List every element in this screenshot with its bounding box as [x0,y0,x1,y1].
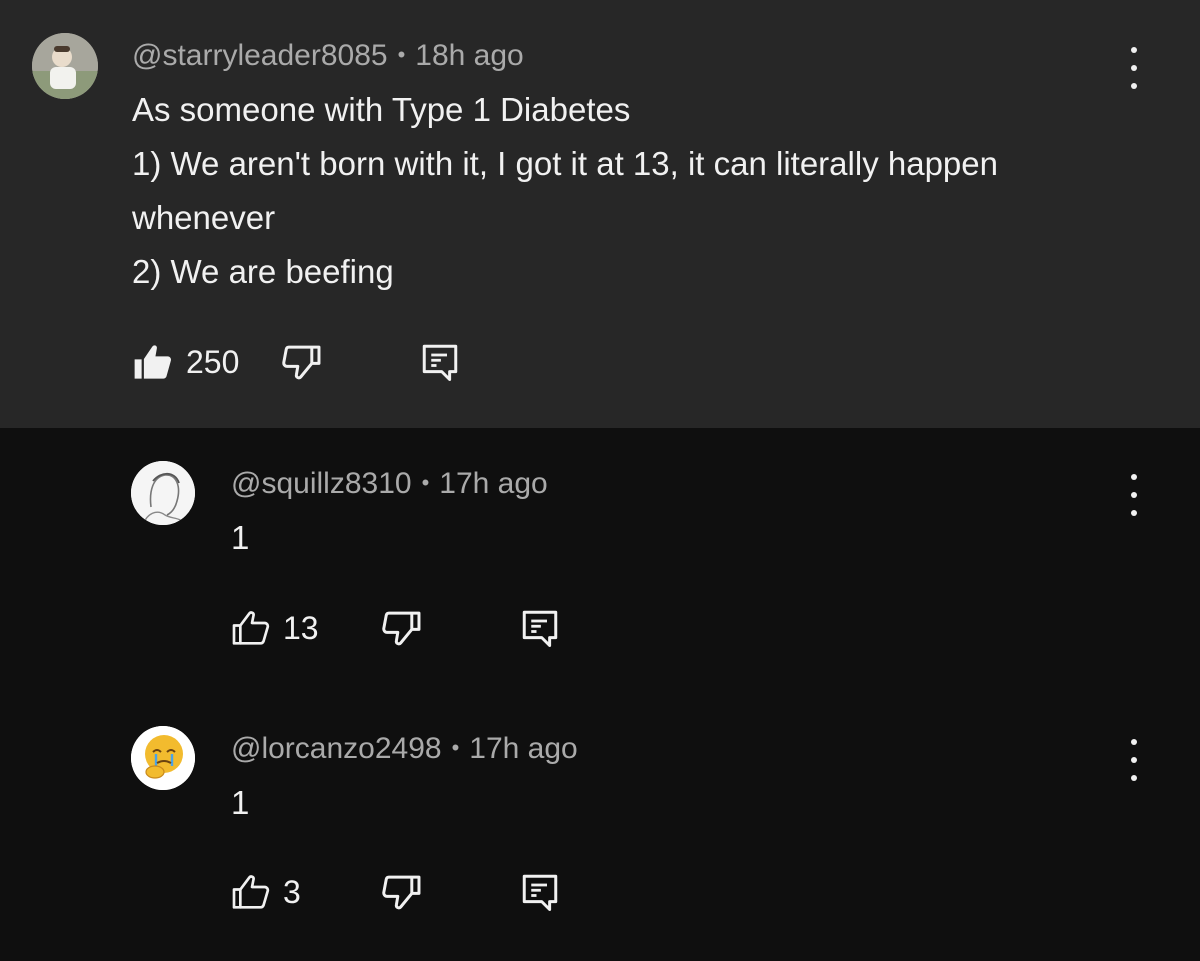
avatar[interactable] [32,33,98,99]
like-count: 3 [283,874,301,910]
comment-text: 1 [231,519,250,556]
like-count: 250 [186,344,240,380]
dislike-button[interactable] [381,607,423,649]
like-button[interactable]: 13 [231,608,319,648]
more-vertical-icon [1131,474,1137,480]
avatar-image [32,33,98,99]
comment-actions: 13 [231,606,561,650]
comment-age: 18h ago [415,39,524,72]
like-count: 13 [283,610,319,646]
more-vertical-icon [1131,47,1137,53]
comment-author[interactable]: @lorcanzo2498 [231,732,442,765]
like-button[interactable]: 250 [132,341,239,383]
comment-reply: @lorcanzo2498 • 17h ago 1 3 [0,693,1200,961]
avatar-image [131,461,195,525]
comment-author[interactable]: @starryleader8085 [132,39,388,72]
thumbs-up-icon [232,875,270,909]
reply-comment-icon [522,874,558,911]
reply-button[interactable] [419,341,461,383]
comment-meta: @lorcanzo2498 • 17h ago [231,730,578,767]
comment-age: 17h ago [469,732,578,765]
thumbs-up-icon [134,345,172,379]
comment-actions: 3 [231,870,561,914]
avatar-image [131,726,195,790]
comment-text: 1 [231,784,250,821]
thumbs-down-icon [382,875,421,910]
dislike-button[interactable] [281,341,323,383]
reply-button[interactable] [519,871,561,913]
comment-meta: @starryleader8085 • 18h ago [132,37,524,74]
separator-dot: • [397,42,406,67]
comment-actions: 250 [132,340,461,384]
avatar[interactable] [131,726,195,790]
separator-dot: • [451,735,460,760]
thumbs-down-icon [282,345,321,380]
more-options-button[interactable] [1119,739,1149,781]
more-options-button[interactable] [1119,474,1149,516]
comment-age: 17h ago [439,467,548,500]
comment-author[interactable]: @squillz8310 [231,467,412,500]
comment-meta: @squillz8310 • 17h ago [231,465,548,502]
separator-dot: • [421,470,430,495]
more-vertical-icon [1131,739,1137,745]
comment-reply: @squillz8310 • 17h ago 1 13 [0,428,1200,693]
reply-comment-icon [522,610,557,647]
reply-comment-icon [423,344,458,381]
dislike-button[interactable] [381,871,423,913]
thumbs-up-icon [232,611,270,645]
thumbs-down-icon [381,611,421,646]
avatar[interactable] [131,461,195,525]
reply-button[interactable] [519,607,561,649]
highlighted-comment: @starryleader8085 • 18h ago As someone wit… [0,0,1200,428]
like-button[interactable]: 3 [231,872,301,912]
comment-text: As someone with Type 1 Diabetes 1) We ar… [132,91,998,290]
